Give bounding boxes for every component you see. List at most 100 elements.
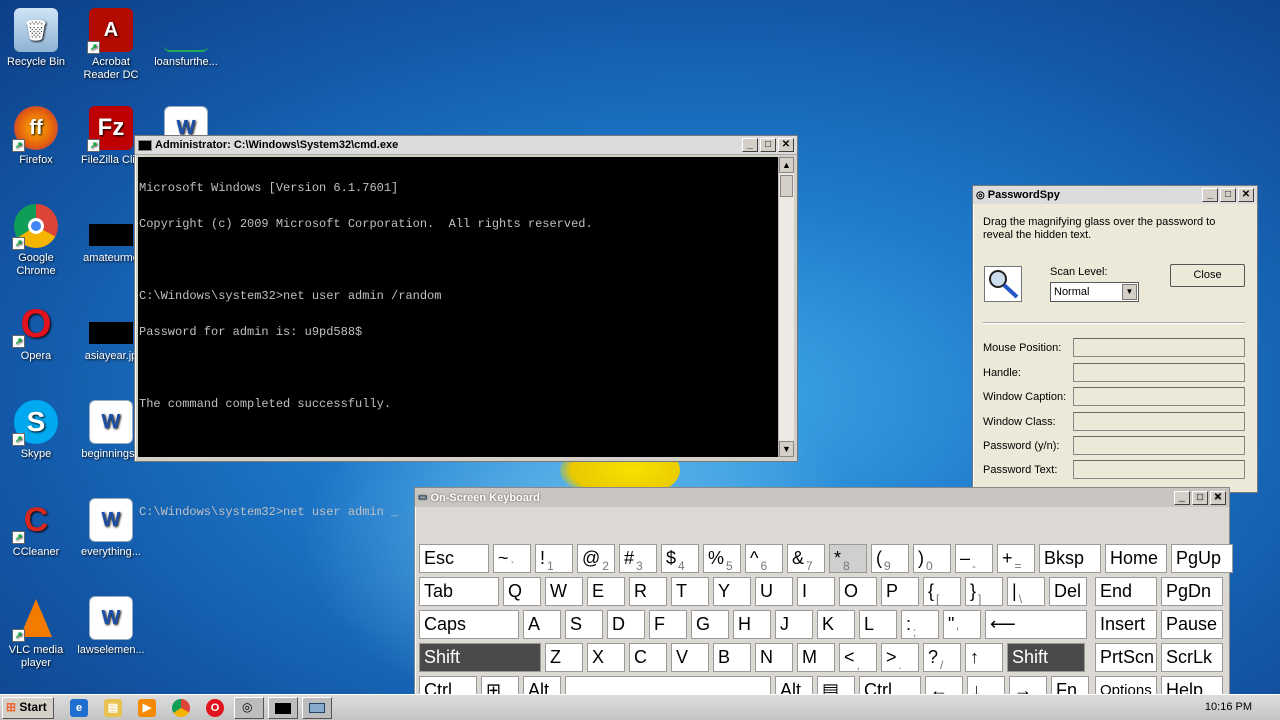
- key-g[interactable]: G: [691, 610, 729, 639]
- key-sym1-13[interactable]: | \: [1007, 577, 1045, 606]
- key-e[interactable]: E: [587, 577, 625, 606]
- key-shift[interactable]: Shift: [419, 643, 541, 672]
- maximize-button[interactable]: □: [760, 138, 776, 152]
- desktop-icon-firefox[interactable]: ff ↗ Firefox: [0, 106, 72, 167]
- key-sym0-12[interactable]: – -: [955, 544, 993, 573]
- key-sym1-12[interactable]: }]: [965, 577, 1003, 606]
- key-k[interactable]: K: [817, 610, 855, 639]
- minimize-button[interactable]: _: [1174, 490, 1190, 505]
- key-pgup[interactable]: PgUp: [1171, 544, 1233, 573]
- start-button[interactable]: ⊞ Start: [2, 697, 54, 719]
- cmd-titlebar[interactable]: Administrator: C:\Windows\System32\cmd.e…: [135, 136, 797, 155]
- scroll-thumb[interactable]: [780, 175, 793, 197]
- desktop-icon-acrobat[interactable]: A ↗ Acrobat Reader DC: [75, 8, 147, 82]
- key-d[interactable]: D: [607, 610, 645, 639]
- close-button[interactable]: ✕: [1238, 188, 1254, 202]
- pwspy-titlebar[interactable]: ◎ PasswordSpy _ □ ✕: [973, 186, 1257, 204]
- key-sym0-3[interactable]: @2: [577, 544, 615, 573]
- key-caps[interactable]: Caps: [419, 610, 519, 639]
- key-m[interactable]: M: [797, 643, 835, 672]
- key-pause[interactable]: Pause: [1161, 610, 1223, 639]
- key-sym3-10[interactable]: ? /: [923, 643, 961, 672]
- on-screen-keyboard-window[interactable]: ▭ On-Screen Keyboard _ □ ✕ Esc ~ `! 1 @2 #3 $4…: [414, 487, 1233, 709]
- key-sym2-10[interactable]: :;: [901, 610, 939, 639]
- key-sym0-10[interactable]: (9: [871, 544, 909, 573]
- osk-titlebar[interactable]: ▭ On-Screen Keyboard _ □ ✕: [415, 488, 1229, 507]
- key-b[interactable]: B: [713, 643, 751, 672]
- key-prtscn[interactable]: PrtScn: [1095, 643, 1157, 672]
- key-insert[interactable]: Insert: [1095, 610, 1157, 639]
- taskbar-osk[interactable]: [302, 697, 332, 719]
- desktop-icon-recycle-bin[interactable]: 🗑 Recycle Bin: [0, 8, 72, 69]
- key-sym0-5[interactable]: $4: [661, 544, 699, 573]
- key-sym3-11[interactable]: ↑: [965, 643, 1003, 672]
- key-sym2-11[interactable]: " ': [943, 610, 981, 639]
- key-s[interactable]: S: [565, 610, 603, 639]
- cmd-window[interactable]: Administrator: C:\Windows\System32\cmd.e…: [134, 135, 798, 518]
- key-r[interactable]: R: [629, 577, 667, 606]
- vertical-scrollbar[interactable]: ▲ ▼: [778, 157, 794, 457]
- key-sym0-8[interactable]: & 7: [787, 544, 825, 573]
- key-y[interactable]: Y: [713, 577, 751, 606]
- key-j[interactable]: J: [775, 610, 813, 639]
- key-l[interactable]: L: [859, 610, 897, 639]
- passwordspy-window[interactable]: ◎ PasswordSpy _ □ ✕ Drag the magnifying …: [972, 185, 1258, 493]
- minimize-button[interactable]: _: [1202, 188, 1218, 202]
- desktop-icon-ccleaner[interactable]: C ↗ CCleaner: [0, 498, 72, 559]
- key-sym0-9[interactable]: * 8: [829, 544, 867, 573]
- maximize-button[interactable]: □: [1220, 188, 1236, 202]
- desktop-icon-everything[interactable]: W everything...: [75, 498, 147, 559]
- key-del[interactable]: Del: [1049, 577, 1087, 606]
- key-sym0-6[interactable]: % 5: [703, 544, 741, 573]
- desktop-icon-chrome[interactable]: ↗ Google Chrome: [0, 204, 72, 278]
- minimize-button[interactable]: _: [742, 138, 758, 152]
- scroll-down-arrow-icon[interactable]: ▼: [779, 441, 794, 457]
- system-clock[interactable]: 10:16 PM: [1205, 701, 1252, 713]
- key-sym0-13[interactable]: + =: [997, 544, 1035, 573]
- desktop-icon-opera[interactable]: O ↗ Opera: [0, 302, 72, 363]
- key-sym0-4[interactable]: #3: [619, 544, 657, 573]
- key-z[interactable]: Z: [545, 643, 583, 672]
- taskbar-cmd[interactable]: [268, 697, 298, 719]
- internet-explorer-icon[interactable]: e: [70, 699, 88, 717]
- key-t[interactable]: T: [671, 577, 709, 606]
- key-p[interactable]: P: [881, 577, 919, 606]
- key-pgdn[interactable]: PgDn: [1161, 577, 1223, 606]
- console-output[interactable]: Microsoft Windows [Version 6.1.7601] Cop…: [138, 157, 778, 518]
- desktop-icon-skype[interactable]: S ↗ Skype: [0, 400, 72, 461]
- key-n[interactable]: N: [755, 643, 793, 672]
- key-esc[interactable]: Esc: [419, 544, 489, 573]
- key-u[interactable]: U: [755, 577, 793, 606]
- key-o[interactable]: O: [839, 577, 877, 606]
- chevron-down-icon[interactable]: ▼: [1122, 284, 1137, 300]
- key-sym3-8[interactable]: <,: [839, 643, 877, 672]
- key-tab[interactable]: Tab: [419, 577, 499, 606]
- maximize-button[interactable]: □: [1192, 490, 1208, 505]
- key-i[interactable]: I: [797, 577, 835, 606]
- key-scrlk[interactable]: ScrLk: [1161, 643, 1223, 672]
- opera-icon[interactable]: O: [206, 699, 224, 717]
- key-sym0-11[interactable]: ) 0: [913, 544, 951, 573]
- scroll-up-arrow-icon[interactable]: ▲: [779, 157, 794, 173]
- scan-level-select[interactable]: Normal ▼: [1050, 282, 1139, 302]
- key-sym2-12[interactable]: ⟵: [985, 610, 1087, 639]
- key-h[interactable]: H: [733, 610, 771, 639]
- key-sym0-2[interactable]: ! 1: [535, 544, 573, 573]
- key-a[interactable]: A: [523, 610, 561, 639]
- key-v[interactable]: V: [671, 643, 709, 672]
- key-c[interactable]: C: [629, 643, 667, 672]
- key-bksp[interactable]: Bksp: [1039, 544, 1101, 573]
- key-end[interactable]: End: [1095, 577, 1157, 606]
- key-sym3-9[interactable]: >.: [881, 643, 919, 672]
- key-sym0-1[interactable]: ~ `: [493, 544, 531, 573]
- magnifying-glass-icon[interactable]: [984, 266, 1022, 302]
- key-sym1-11[interactable]: {[: [923, 577, 961, 606]
- close-button[interactable]: ✕: [778, 138, 794, 152]
- key-home[interactable]: Home: [1105, 544, 1167, 573]
- taskbar-passwordspy[interactable]: ◎: [234, 697, 264, 719]
- explorer-folder-icon[interactable]: ▤: [104, 699, 122, 717]
- key-f[interactable]: F: [649, 610, 687, 639]
- key-shift[interactable]: Shift: [1007, 643, 1085, 672]
- chrome-icon[interactable]: [172, 699, 190, 717]
- key-q[interactable]: Q: [503, 577, 541, 606]
